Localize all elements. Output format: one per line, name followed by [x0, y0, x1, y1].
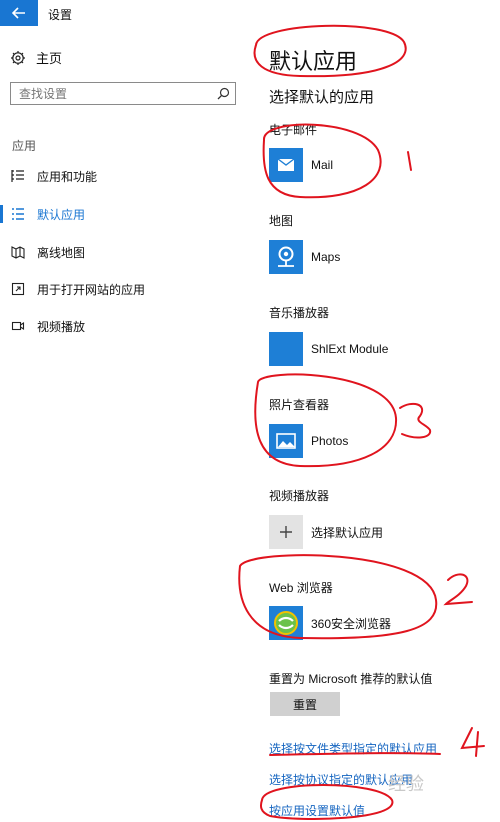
arrow-left-icon	[12, 7, 25, 19]
sidebar-item-label: 应用和功能	[37, 169, 98, 184]
sidebar-item-default-apps[interactable]: 默认应用	[10, 204, 85, 224]
reset-button[interactable]: 重置	[270, 692, 340, 716]
active-indicator	[0, 205, 3, 223]
sidebar-item-label: 视频播放	[37, 319, 86, 334]
section-title: 应用	[12, 139, 37, 153]
sidebar-item-label: 离线地图	[37, 245, 86, 260]
default-browser-app[interactable]: 360安全浏览器	[269, 606, 391, 640]
window-title: 设置	[48, 8, 73, 22]
sidebar-item-apps-for-websites[interactable]: 用于打开网站的应用	[10, 279, 145, 299]
browser-360-icon	[269, 606, 303, 640]
sidebar-item-video-playback[interactable]: 视频播放	[10, 316, 85, 336]
category-browser-label: Web 浏览器	[269, 581, 333, 595]
category-video-label: 视频播放器	[269, 489, 330, 503]
map-icon	[10, 244, 26, 260]
blank-icon	[269, 332, 303, 366]
search-box[interactable]	[10, 82, 236, 105]
default-photos-app[interactable]: Photos	[269, 424, 348, 458]
video-icon	[10, 318, 26, 334]
photos-icon	[269, 424, 303, 458]
reset-label: 重置为 Microsoft 推荐的默认值	[269, 672, 433, 686]
category-photos-label: 照片查看器	[269, 398, 330, 412]
set-defaults-by-app-link[interactable]: 按应用设置默认值	[269, 802, 365, 819]
category-email-label: 电子邮件	[269, 123, 318, 137]
list-icon	[10, 168, 26, 184]
open-in-icon	[10, 281, 26, 297]
search-input[interactable]	[19, 86, 209, 101]
app-name: 选择默认应用	[311, 525, 384, 540]
app-name: ShlExt Module	[311, 342, 389, 356]
plus-icon	[269, 515, 303, 549]
home-label: 主页	[36, 51, 63, 66]
app-name: Mail	[311, 158, 334, 172]
home-nav-item[interactable]: 主页	[10, 48, 62, 67]
app-name: Photos	[311, 434, 349, 448]
sidebar-item-apps-features[interactable]: 应用和功能	[10, 166, 97, 186]
app-name: Maps	[311, 250, 341, 264]
watermark: 经验	[388, 774, 424, 794]
default-video-app[interactable]: 选择默认应用	[269, 515, 383, 549]
default-maps-app[interactable]: Maps	[269, 240, 340, 274]
choose-by-file-type-link[interactable]: 选择按文件类型指定的默认应用	[269, 740, 437, 757]
search-icon[interactable]	[217, 87, 230, 100]
app-name: 360安全浏览器	[311, 616, 392, 631]
category-music-label: 音乐播放器	[269, 306, 330, 320]
maps-icon	[269, 240, 303, 274]
mail-icon	[269, 148, 303, 182]
default-apps-icon	[10, 206, 26, 222]
annotation-overlay	[238, 24, 485, 820]
sidebar-item-label: 默认应用	[37, 207, 86, 222]
page-title: 默认应用	[269, 49, 358, 74]
default-music-app[interactable]: ShlExt Module	[269, 332, 388, 366]
title-bar: 设置	[0, 0, 500, 26]
sidebar-item-offline-maps[interactable]: 离线地图	[10, 242, 85, 262]
back-button[interactable]	[0, 0, 38, 26]
default-email-app[interactable]: Mail	[269, 148, 333, 182]
gear-icon	[11, 50, 25, 65]
page-subtitle: 选择默认的应用	[269, 89, 375, 106]
category-maps-label: 地图	[269, 214, 294, 228]
sidebar-item-label: 用于打开网站的应用	[37, 282, 146, 297]
